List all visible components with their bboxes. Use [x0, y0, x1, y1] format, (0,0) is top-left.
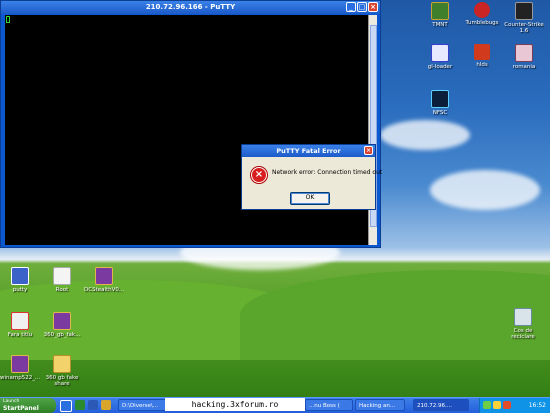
half-life-icon	[474, 44, 490, 60]
watermark: hacking.3xforum.ro	[165, 398, 305, 411]
minimize-button[interactable]: _	[346, 2, 356, 12]
error-icon: ×	[251, 167, 267, 183]
maximize-button[interactable]: □	[357, 2, 367, 12]
dialog-close-button[interactable]: ×	[364, 146, 373, 155]
clock[interactable]: 16:52	[529, 398, 546, 413]
antivirus-icon[interactable]	[493, 401, 501, 409]
quick-launch	[60, 400, 111, 412]
taskbar-item-putty[interactable]: 210.72.96....	[413, 399, 469, 411]
ok-button[interactable]: OK	[290, 192, 330, 205]
putty-title: 210.72.96.166 - PuTTY	[145, 3, 236, 11]
folder-icon	[53, 355, 71, 373]
desktop-icon-recycle-bin[interactable]: Cos de reciclare	[503, 308, 543, 340]
taskbar-item-boss[interactable]: ...nu Boss (	[305, 399, 353, 411]
taskbar-item-diverse[interactable]: D:\Diverse\...	[118, 399, 168, 411]
putty-window[interactable]: 210.72.96.166 - PuTTY _ □ ×	[0, 0, 381, 248]
close-button[interactable]: ×	[368, 2, 378, 12]
desktop-icon-winamp[interactable]: winamp522_...	[0, 355, 40, 381]
gl-loader-icon	[431, 44, 449, 62]
taskbar-item-hacking[interactable]: Hacking an...	[355, 399, 405, 411]
media-icon[interactable]	[88, 400, 98, 410]
dialog-titlebar[interactable]: PuTTY Fatal Error ×	[242, 145, 375, 157]
terminal-area[interactable]	[5, 15, 369, 245]
recycle-bin-icon	[514, 308, 532, 326]
folder-icon[interactable]	[101, 400, 111, 410]
counter-strike-icon	[515, 2, 533, 20]
desktop-icon-dcstealth[interactable]: DCStealthV0...	[84, 267, 124, 293]
fatal-error-dialog[interactable]: PuTTY Fatal Error × × Network error: Con…	[241, 144, 382, 210]
image-icon	[515, 44, 533, 62]
start-label-startpanel: StartPanel	[3, 405, 39, 412]
nfs-carbon-icon	[431, 90, 449, 108]
tmnt-icon	[431, 2, 449, 20]
terminal-cursor	[6, 16, 10, 23]
putty-titlebar[interactable]: 210.72.96.166 - PuTTY _ □ ×	[1, 1, 380, 14]
desktop-icon-tmnt[interactable]: TMNT	[420, 2, 460, 28]
terminal-scrollbar[interactable]	[368, 15, 377, 245]
start-label-launch: Launch	[3, 399, 20, 404]
error-message: Network error: Connection timed out	[272, 169, 383, 176]
desktop-icon-360gb-fake-share[interactable]: 360 gb fake share	[42, 355, 82, 387]
putty-icon	[11, 267, 29, 285]
desktop-icon-hlds[interactable]: hlds	[462, 44, 502, 68]
desktop-icon-360gb-fake[interactable]: 360_gb_fak...	[42, 312, 82, 338]
network-icon[interactable]	[483, 401, 491, 409]
desktop-icon-nfsc[interactable]: NFSC	[420, 90, 460, 116]
dialog-title: PuTTY Fatal Error	[276, 147, 341, 155]
desktop-icon-romania[interactable]: romania	[504, 44, 544, 70]
cloud	[430, 170, 540, 210]
desktop-icon-root[interactable]: Root	[42, 267, 82, 293]
winrar-icon	[53, 312, 71, 330]
winrar-icon	[11, 355, 29, 373]
winrar-icon	[95, 267, 113, 285]
windows-icon[interactable]	[60, 400, 72, 412]
paint-image-icon	[11, 312, 29, 330]
desktop-icon-putty[interactable]: putty	[0, 267, 40, 293]
document-icon	[53, 267, 71, 285]
system-tray: 16:52	[479, 398, 550, 413]
desktop-icon-gl-loader[interactable]: gl-loader	[420, 44, 460, 70]
ladybug-icon	[474, 2, 490, 18]
start-button[interactable]: Launch StartPanel	[0, 398, 56, 413]
tray-app-icon[interactable]	[503, 401, 511, 409]
desktop-icon-tumblebugs[interactable]: Tumblebugs	[462, 2, 502, 26]
desktop-icon-fara-titlu[interactable]: Fara titlu	[0, 312, 40, 338]
cloud	[380, 120, 470, 150]
browser-icon[interactable]	[75, 400, 85, 410]
desktop-icon-counter-strike[interactable]: Counter-Strike 1.6	[504, 2, 544, 34]
